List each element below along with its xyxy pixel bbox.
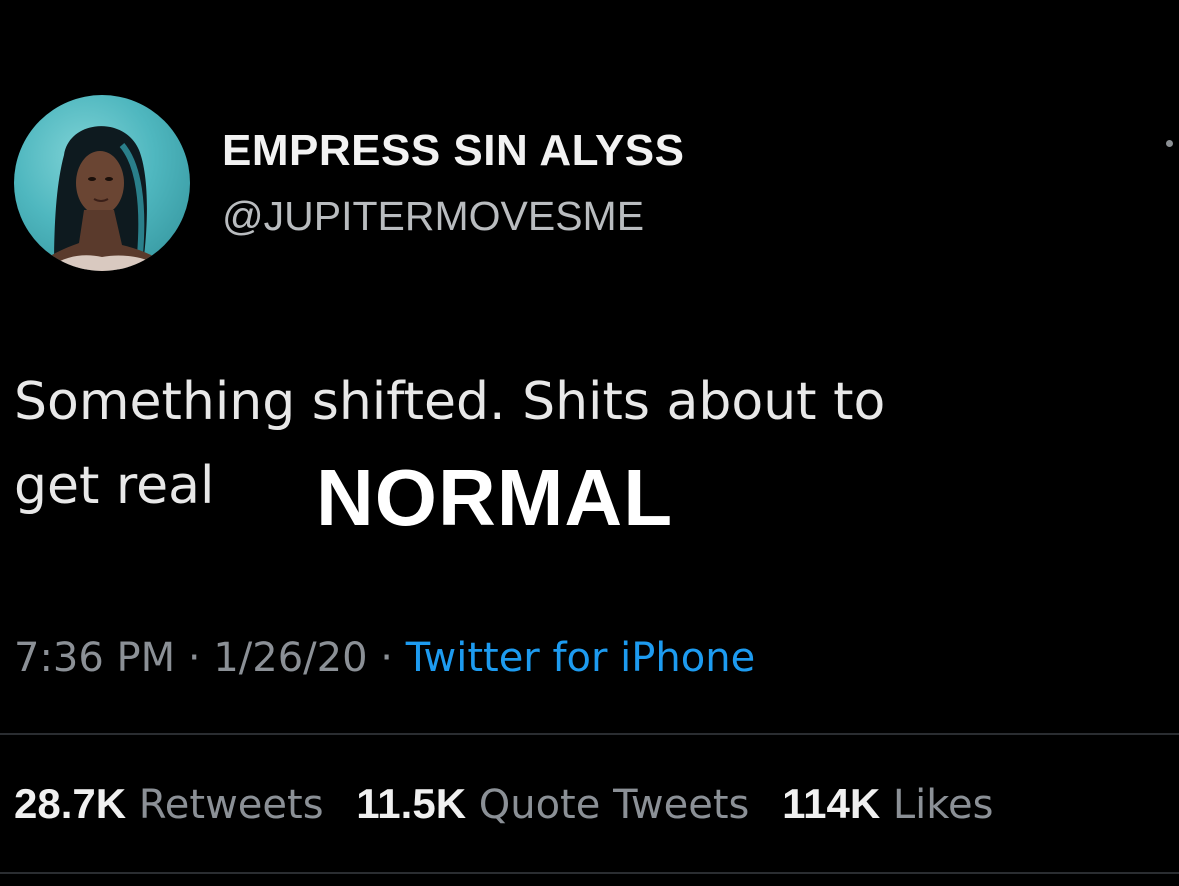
overlay-caption: NORMAL xyxy=(316,453,674,542)
likes-label: Likes xyxy=(892,782,994,828)
meta-separator: · xyxy=(175,635,214,681)
quote-tweets-label: Quote Tweets xyxy=(478,782,750,828)
user-avatar[interactable] xyxy=(14,95,190,271)
tweet-date[interactable]: 1/26/20 xyxy=(213,635,367,681)
retweets-stat[interactable]: 28.7K Retweets xyxy=(14,780,324,828)
user-display-name[interactable]: EMPRESS SIN ALYSS xyxy=(222,126,685,176)
quote-tweets-count: 11.5K xyxy=(356,780,467,827)
likes-stat[interactable]: 114K Likes xyxy=(782,780,993,828)
tweet-text-line-1: Something shifted. Shits about to xyxy=(14,372,886,432)
user-handle[interactable]: @JUPITERMOVESME xyxy=(222,193,644,240)
meta-separator: · xyxy=(367,635,406,681)
divider xyxy=(0,733,1179,735)
divider xyxy=(0,872,1179,874)
tweet-source-link[interactable]: Twitter for iPhone xyxy=(406,635,756,681)
tweet-card: EMPRESS SIN ALYSS @JUPITERMOVESME Someth… xyxy=(0,0,1179,886)
tweet-time[interactable]: 7:36 PM xyxy=(14,635,175,681)
more-options-icon[interactable] xyxy=(1166,140,1173,147)
retweets-count: 28.7K xyxy=(14,780,127,827)
quote-tweets-stat[interactable]: 11.5K Quote Tweets xyxy=(356,780,749,828)
likes-count: 114K xyxy=(782,780,881,827)
avatar-portrait-icon xyxy=(34,126,174,271)
tweet-meta: 7:36 PM · 1/26/20 · Twitter for iPhone xyxy=(14,635,755,681)
tweet-stats: 28.7K Retweets 11.5K Quote Tweets 114K L… xyxy=(14,780,1013,828)
retweets-label: Retweets xyxy=(138,782,324,828)
